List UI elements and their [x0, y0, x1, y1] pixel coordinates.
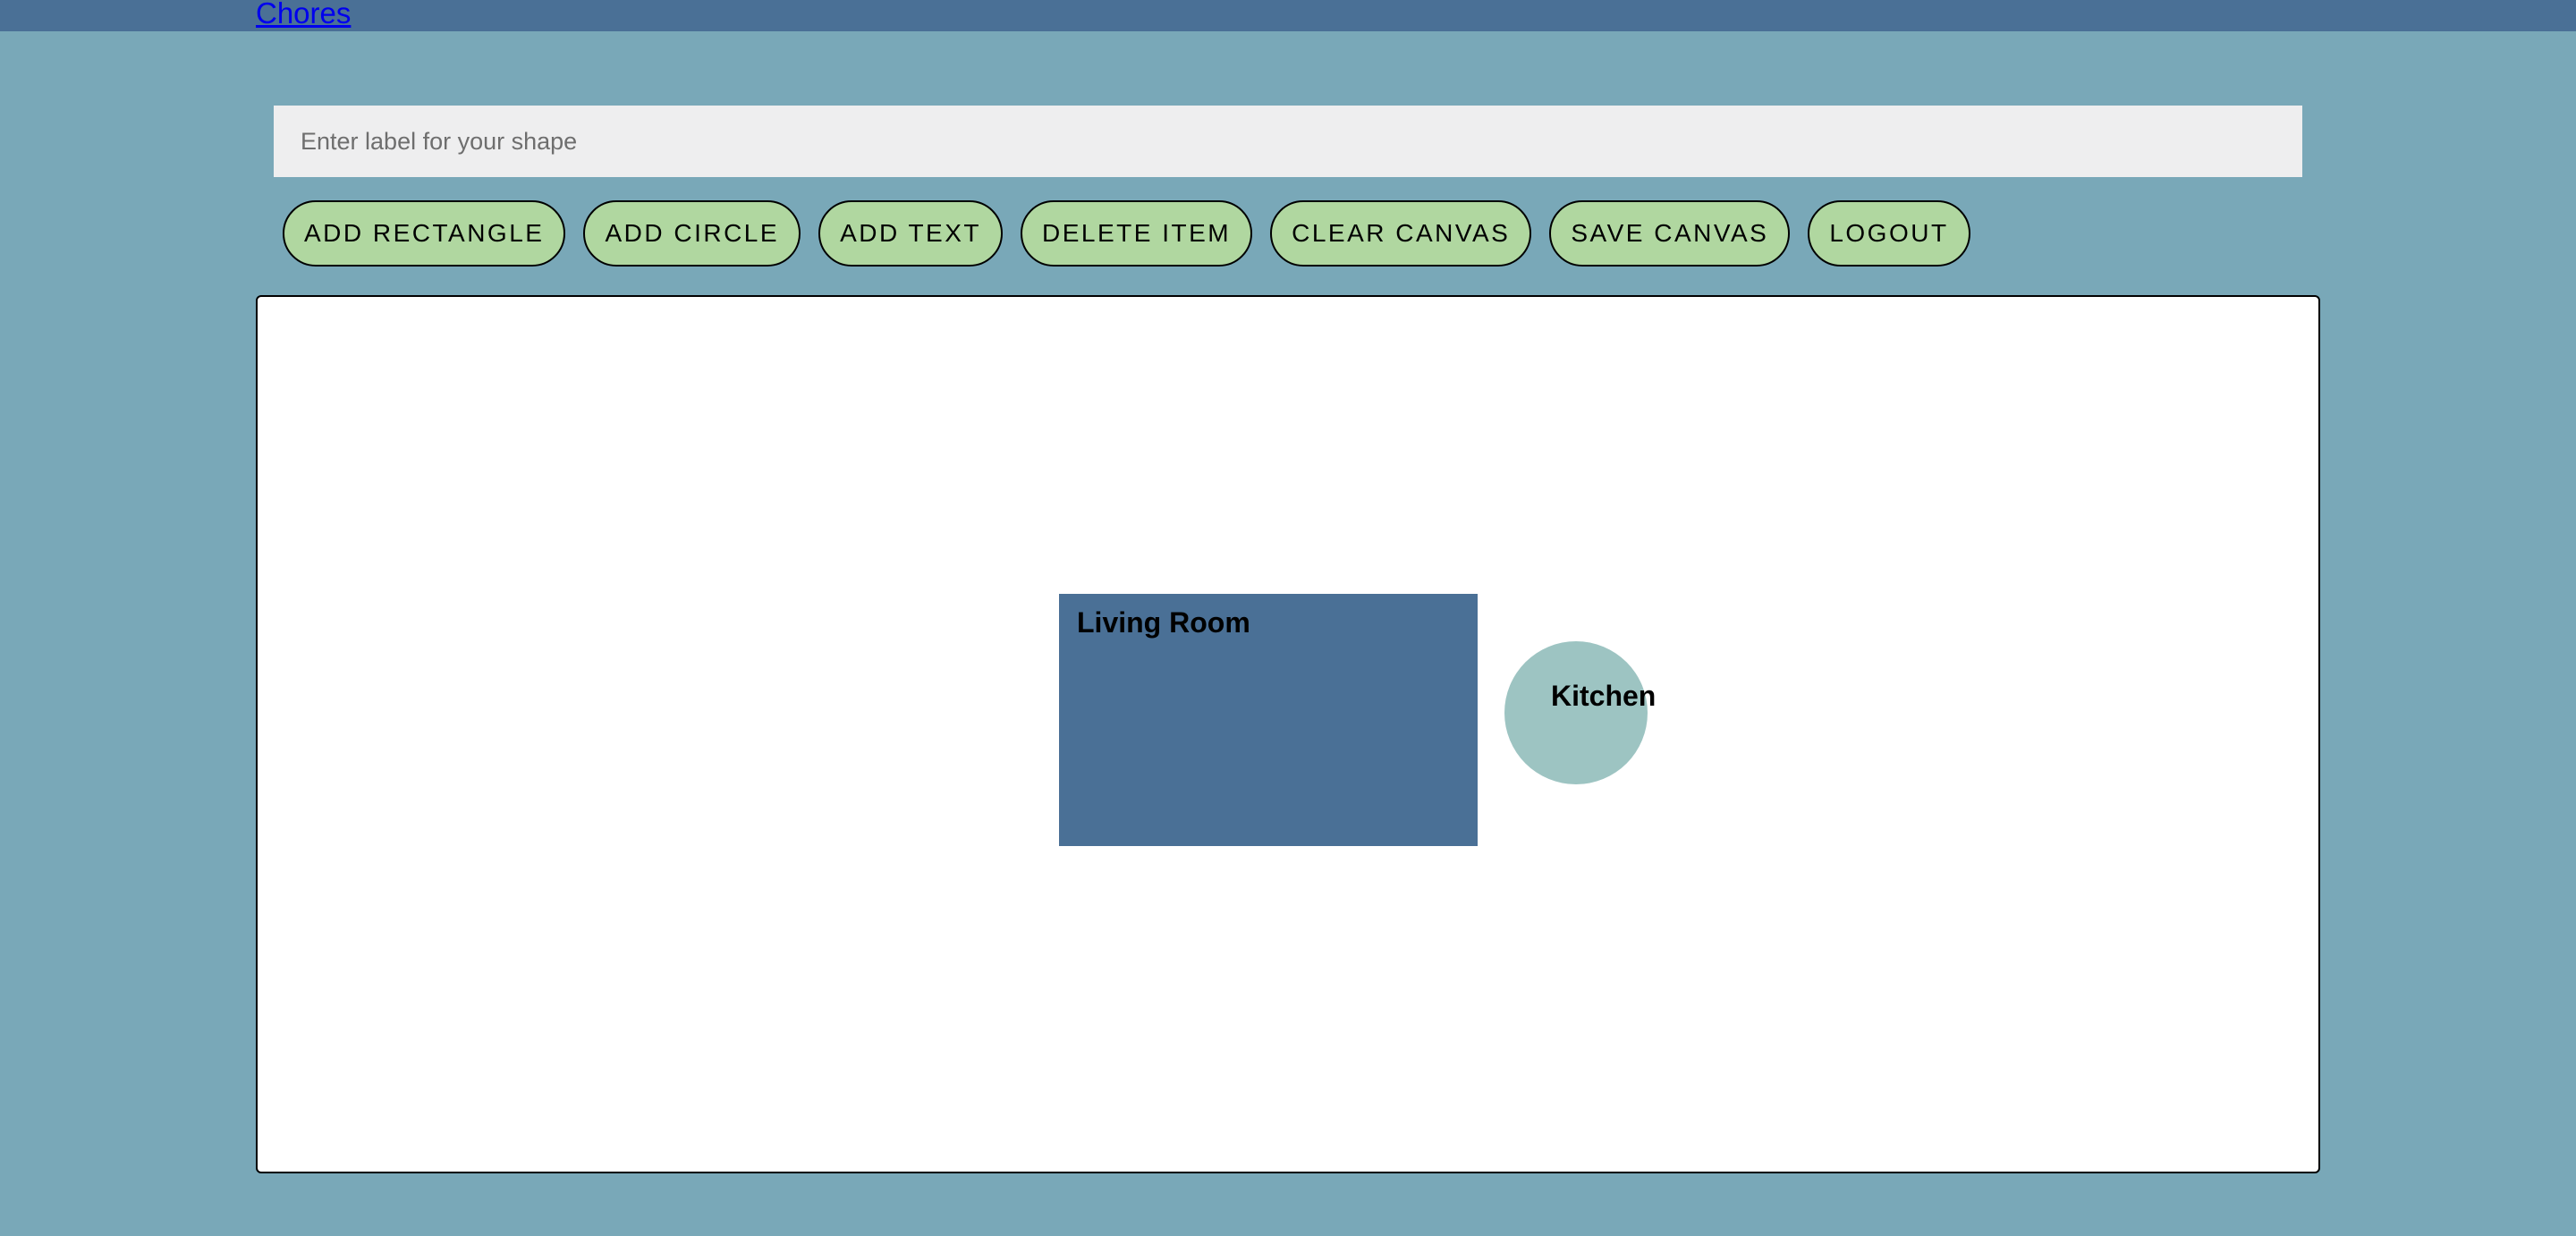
- add-text-button[interactable]: ADD TEXT: [818, 200, 1004, 267]
- logout-button[interactable]: LOGOUT: [1808, 200, 1970, 267]
- rectangle-shape-label: Living Room: [1077, 606, 1250, 639]
- save-canvas-button[interactable]: SAVE CANVAS: [1549, 200, 1791, 267]
- circle-shape-label: Kitchen: [1551, 680, 1657, 712]
- rectangle-shape-living-room[interactable]: Living Room: [1059, 594, 1478, 846]
- add-circle-button[interactable]: ADD CIRCLE: [583, 200, 801, 267]
- top-bar: [0, 0, 2576, 31]
- add-rectangle-button[interactable]: ADD RECTANGLE: [283, 200, 566, 267]
- clear-canvas-button[interactable]: CLEAR CANVAS: [1270, 200, 1532, 267]
- shape-label-input[interactable]: [274, 106, 2302, 177]
- drawing-canvas[interactable]: Living Room Kitchen: [256, 295, 2320, 1173]
- chores-link[interactable]: Chores: [256, 0, 351, 30]
- delete-item-button[interactable]: DELETE ITEM: [1021, 200, 1253, 267]
- toolbar: ADD RECTANGLE ADD CIRCLE ADD TEXT DELETE…: [283, 200, 1970, 267]
- circle-shape-kitchen[interactable]: [1504, 641, 1648, 784]
